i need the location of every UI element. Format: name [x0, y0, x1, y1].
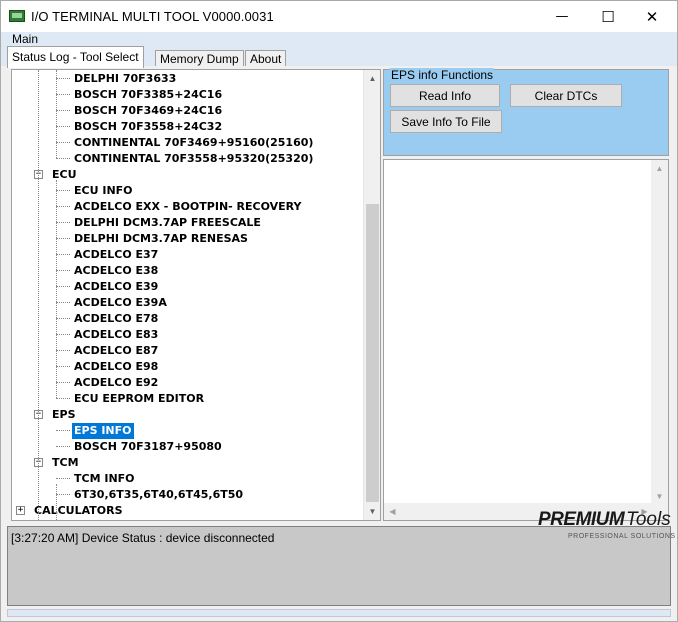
tree-connector	[56, 190, 70, 191]
tree-connector	[56, 142, 70, 143]
output-scroll-up-icon[interactable]: ▲	[651, 160, 668, 177]
scroll-down-icon[interactable]: ▼	[364, 503, 380, 520]
tab-status-log[interactable]: Status Log - Tool Select	[7, 46, 144, 68]
tree-vertical-scrollbar[interactable]: ▲ ▼	[363, 70, 380, 520]
tree-item[interactable]: BOSCH 70F3187+95080	[72, 439, 224, 455]
tree-item[interactable]: DELPHI 70F3633	[72, 71, 178, 87]
tree-connector	[56, 126, 70, 127]
tree-connector	[56, 270, 70, 271]
eps-functions-group: EPS info Functions Read Info Clear DTCs …	[383, 68, 669, 156]
clear-dtcs-button[interactable]: Clear DTCs	[510, 84, 622, 107]
tree-item[interactable]: BOSCH 70F3469+24C16	[72, 103, 224, 119]
right-pane: EPS info Functions Read Info Clear DTCs …	[383, 68, 669, 521]
tree-item[interactable]: ACDELCO E92	[72, 375, 160, 391]
tree-connector	[56, 494, 70, 495]
tree-item[interactable]: CONTINENTAL 70F3469+95160(25160)	[72, 135, 315, 151]
scroll-up-icon[interactable]: ▲	[364, 70, 380, 87]
premium-tools-watermark: PREMIUM Tools PROFESSIONAL SOLUTIONS	[538, 509, 678, 545]
tree-item[interactable]: ACDELCO E78	[72, 311, 160, 327]
maximize-icon: ☐	[601, 7, 615, 26]
tree-item[interactable]: DELPHI DCM3.7AP RENESAS	[72, 231, 250, 247]
tree-item[interactable]: ECU	[50, 167, 79, 183]
minimize-icon: —	[555, 9, 569, 24]
tree-connector	[56, 430, 70, 431]
minimize-button[interactable]: —	[539, 1, 585, 32]
bottom-strip	[7, 609, 671, 617]
status-log-line: [3:27:20 AM] Device Status : device disc…	[11, 531, 275, 545]
tree-scroll-thumb[interactable]	[366, 204, 379, 502]
tree-item[interactable]: ECU INFO	[72, 183, 135, 199]
expand-plus-icon[interactable]: +	[16, 506, 25, 515]
tree-item[interactable]: ACDELCO EXX - BOOTPIN- RECOVERY	[72, 199, 304, 215]
watermark-subtitle: PROFESSIONAL SOLUTIONS	[568, 533, 676, 540]
title-bar[interactable]: I/O TERMINAL MULTI TOOL V0000.0031 — ☐ ✕	[1, 1, 677, 32]
tree-connector	[56, 70, 57, 158]
tree-connector	[56, 238, 70, 239]
menu-main[interactable]: Main	[12, 32, 38, 46]
output-vertical-scrollbar[interactable]: ▲ ▼	[651, 160, 668, 505]
watermark-tools: Tools	[626, 509, 671, 530]
tab-content: DELPHI 70F3633 BOSCH 70F3385+24C16 BOSCH 7…	[7, 66, 671, 526]
tree-item[interactable]: ACDELCO E98	[72, 359, 160, 375]
tree-item[interactable]: EPS INFO	[71, 422, 135, 440]
tree-item[interactable]: ACDELCO E87	[72, 343, 160, 359]
read-info-button[interactable]: Read Info	[390, 84, 500, 107]
watermark-premium: PREMIUM	[538, 509, 625, 530]
tree-item[interactable]: ACDELCO E37	[72, 247, 160, 263]
tree-connector	[56, 484, 57, 520]
tree-connector	[56, 302, 70, 303]
tool-tree[interactable]: DELPHI 70F3633 BOSCH 70F3385+24C16 BOSCH 7…	[11, 69, 381, 521]
tree-connector	[56, 110, 70, 111]
tree-item[interactable]: CALCULATORS	[32, 503, 125, 519]
eps-output-textbox[interactable]: ▲ ▼ ◀ ▶	[383, 159, 669, 521]
app-terminal-icon	[9, 10, 25, 22]
tree-item[interactable]: BOSCH 70F3385+24C16	[72, 87, 224, 103]
tree-item[interactable]: ACDELCO E38	[72, 263, 160, 279]
tree-item[interactable]: ACDELCO E39	[72, 279, 160, 295]
tree-connector	[56, 366, 70, 367]
tree-connector	[56, 222, 70, 223]
tree-connector	[56, 78, 70, 79]
close-icon: ✕	[645, 7, 659, 26]
tree-item[interactable]: TCM	[50, 455, 81, 471]
tree-connector	[56, 478, 70, 479]
tree-connector	[56, 318, 70, 319]
tree-connector	[38, 70, 39, 520]
window-title: I/O TERMINAL MULTI TOOL V0000.0031	[31, 9, 274, 24]
tree-item[interactable]: ECU EEPROM EDITOR	[72, 391, 206, 407]
app-window: I/O TERMINAL MULTI TOOL V0000.0031 — ☐ ✕…	[0, 0, 678, 622]
tree-item[interactable]: BOSCH 70F3558+24C32	[72, 119, 224, 135]
menu-bar: Main Status Log - Tool Select Memory Dum…	[1, 32, 677, 68]
tree-item[interactable]: DELPHI DCM3.7AP FREESCALE	[72, 215, 263, 231]
tree-item[interactable]: EPS	[50, 407, 78, 423]
tree-item[interactable]: ACDELCO E83	[72, 327, 160, 343]
tree-connector	[56, 286, 70, 287]
output-scroll-left-icon[interactable]: ◀	[384, 503, 401, 520]
tree-connector	[56, 382, 70, 383]
tree-item[interactable]: TCM INFO	[72, 471, 137, 487]
tree-connector	[56, 446, 70, 447]
tree-connector	[56, 206, 70, 207]
tree-connector	[56, 254, 70, 255]
tree-item[interactable]: 6T30,6T35,6T40,6T45,6T50	[72, 487, 245, 503]
group-title: EPS info Functions	[390, 68, 495, 82]
tree-item[interactable]: ACDELCO E39A	[72, 295, 169, 311]
tree-connector	[56, 94, 70, 95]
close-button[interactable]: ✕	[629, 1, 675, 32]
tree-connector	[56, 180, 57, 398]
save-info-button[interactable]: Save Info To File	[390, 110, 502, 133]
tree-item[interactable]: CONTINENTAL 70F3558+95320(25320)	[72, 151, 315, 167]
maximize-button[interactable]: ☐	[585, 1, 631, 32]
tree-connector	[56, 158, 70, 159]
tree-connector	[56, 350, 70, 351]
tree-connector	[56, 398, 70, 399]
tree-connector	[56, 334, 70, 335]
